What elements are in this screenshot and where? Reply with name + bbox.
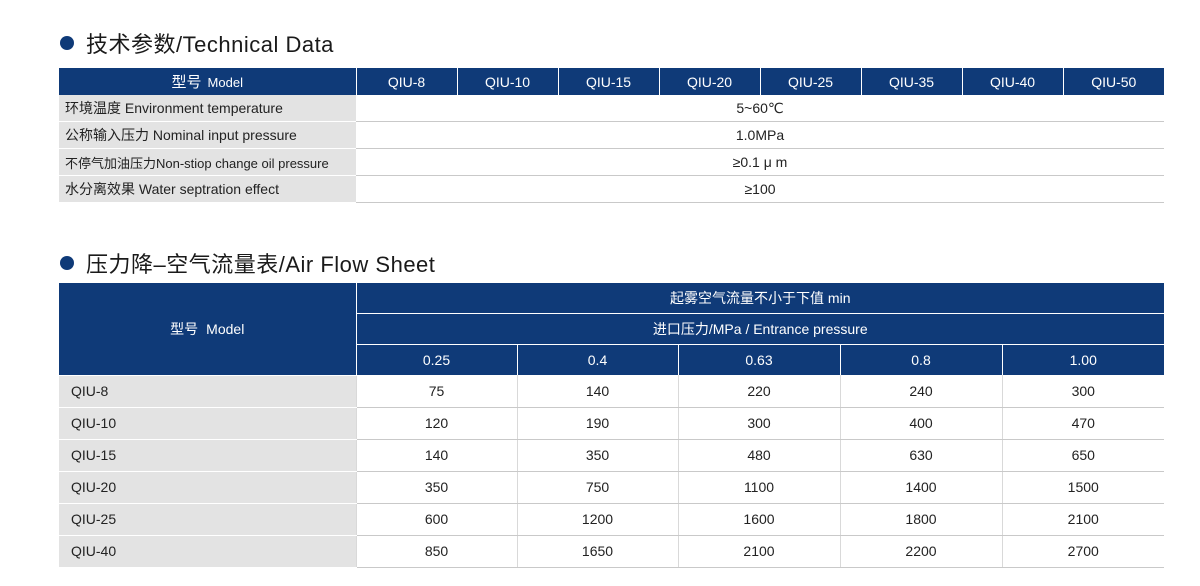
table-row: QIU-25 600 1200 1600 1800 2100 xyxy=(59,503,1165,536)
flow-value: 220 xyxy=(677,375,840,408)
flow-value: 75 xyxy=(355,375,517,408)
flow-value: 190 xyxy=(516,407,678,440)
row-value: 5~60℃ xyxy=(356,95,1164,122)
bullet-icon xyxy=(60,256,74,270)
technical-header-row: 型号 Model QIU-8 QIU-10 QIU-15 QIU-20 QIU-2… xyxy=(59,68,1164,95)
row-model: QIU-8 xyxy=(59,375,356,408)
row-model: QIU-10 xyxy=(59,407,356,440)
row-label: 不停气加油压力Non-stiop change oil pressure xyxy=(59,148,356,176)
table-row: QIU-20 350 750 1100 1400 1500 xyxy=(59,471,1165,504)
model-col-header: QIU-40 xyxy=(961,68,1063,95)
flow-value: 1400 xyxy=(839,471,1002,504)
flow-value: 2100 xyxy=(1001,503,1165,536)
flow-value: 2700 xyxy=(1001,535,1165,568)
bullet-icon xyxy=(60,36,74,50)
pressure-col-header: 0.8 xyxy=(839,344,1002,375)
flow-value: 480 xyxy=(677,439,840,472)
flow-value: 350 xyxy=(516,439,678,472)
model-col-header: QIU-10 xyxy=(456,68,558,95)
flow-value: 140 xyxy=(516,375,678,408)
air-flow-title: 压力降–空气流量表/Air Flow Sheet xyxy=(60,248,435,278)
model-col-header: QIU-8 xyxy=(355,68,457,95)
flow-value: 1600 xyxy=(677,503,840,536)
flow-value: 850 xyxy=(355,535,517,568)
pressure-col-header: 1.00 xyxy=(1001,344,1165,375)
model-header-cell: 型号 Model xyxy=(59,283,357,376)
flow-value: 2200 xyxy=(839,535,1002,568)
table-row: 公称输入压力 Nominal input pressure 1.0MPa xyxy=(59,121,1164,149)
flow-value: 120 xyxy=(355,407,517,440)
air-flow-table: 型号 Model 起雾空气流量不小于下值 min 进口压力/MPa / Entra… xyxy=(59,283,1165,568)
row-value: 1.0MPa xyxy=(356,121,1164,149)
flow-value: 600 xyxy=(355,503,517,536)
model-col-header: QIU-15 xyxy=(557,68,659,95)
table-row: 环境温度 Environment temperature 5~60℃ xyxy=(59,95,1164,122)
table-row: 水分离效果 Water septration effect ≥100 xyxy=(59,175,1164,203)
table-row: QIU-8 75 140 220 240 300 xyxy=(59,375,1165,408)
row-label: 水分离效果 Water septration effect xyxy=(59,175,356,203)
flow-value: 630 xyxy=(839,439,1002,472)
flow-header-row: 型号 Model 起雾空气流量不小于下值 min xyxy=(59,283,1165,376)
pressure-header: 进口压力/MPa / Entrance pressure xyxy=(356,313,1165,345)
model-header-cn: 型号 xyxy=(170,320,199,337)
technical-data-table: 型号 Model QIU-8 QIU-10 QIU-15 QIU-20 QIU-2… xyxy=(59,68,1164,203)
flow-value: 470 xyxy=(1001,407,1165,440)
table-row: QIU-15 140 350 480 630 650 xyxy=(59,439,1165,472)
technical-data-title: 技术参数/Technical Data xyxy=(60,28,334,58)
model-col-header: QIU-20 xyxy=(658,68,760,95)
flow-value: 650 xyxy=(1001,439,1165,472)
flow-value: 750 xyxy=(516,471,678,504)
row-label: 公称输入压力 Nominal input pressure xyxy=(59,121,356,149)
row-value: ≥0.1 μ m xyxy=(356,148,1164,176)
flow-value: 400 xyxy=(839,407,1002,440)
air-flow-title-text: 压力降–空气流量表/Air Flow Sheet xyxy=(86,252,436,277)
model-col-header: QIU-35 xyxy=(860,68,962,95)
model-header-en: Model xyxy=(206,320,245,337)
technical-data-title-text: 技术参数/Technical Data xyxy=(86,32,334,57)
model-header-cn: 型号 xyxy=(171,74,202,91)
row-model: QIU-20 xyxy=(59,471,356,504)
pressure-col-header: 0.4 xyxy=(516,344,678,375)
model-col-header: QIU-50 xyxy=(1062,68,1164,95)
flow-value: 240 xyxy=(839,375,1002,408)
flow-value: 1200 xyxy=(516,503,678,536)
pressure-col-header: 0.63 xyxy=(677,344,840,375)
flow-value: 300 xyxy=(1001,375,1165,408)
flow-value: 140 xyxy=(355,439,517,472)
row-model: QIU-25 xyxy=(59,503,356,536)
row-model: QIU-40 xyxy=(59,535,356,568)
flow-header: 起雾空气流量不小于下值 min xyxy=(356,283,1165,314)
table-row: QIU-40 850 1650 2100 2200 2700 xyxy=(59,535,1165,568)
model-header-en: Model xyxy=(207,75,243,90)
row-model: QIU-15 xyxy=(59,439,356,472)
row-label: 环境温度 Environment temperature xyxy=(59,95,356,122)
flow-value: 300 xyxy=(677,407,840,440)
flow-value: 350 xyxy=(355,471,517,504)
table-row: QIU-10 120 190 300 400 470 xyxy=(59,407,1165,440)
flow-value: 1650 xyxy=(516,535,678,568)
row-value: ≥100 xyxy=(356,175,1164,203)
flow-value: 2100 xyxy=(677,535,840,568)
model-header-cell: 型号 Model xyxy=(59,68,356,95)
flow-value: 1500 xyxy=(1001,471,1165,504)
flow-value: 1100 xyxy=(677,471,840,504)
table-row: 不停气加油压力Non-stiop change oil pressure ≥0.… xyxy=(59,148,1164,176)
flow-value: 1800 xyxy=(839,503,1002,536)
model-col-header: QIU-25 xyxy=(759,68,861,95)
pressure-col-header: 0.25 xyxy=(356,344,517,375)
